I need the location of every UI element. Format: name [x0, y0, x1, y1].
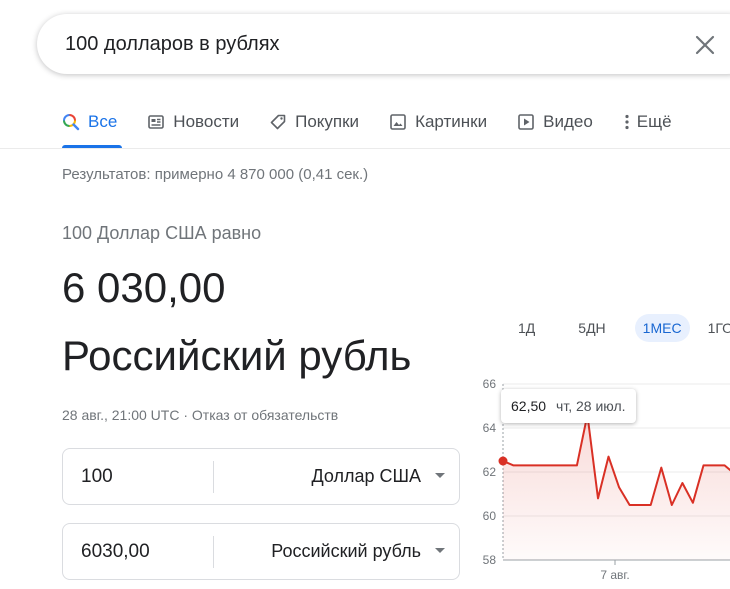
clear-icon[interactable] — [692, 32, 718, 58]
to-amount-input[interactable]: 6030,00 — [81, 541, 150, 563]
from-currency-row: 100 Доллар США — [62, 448, 460, 505]
tooltip-date: чт, 28 июл. — [556, 398, 626, 414]
range-1m[interactable]: 1МЕС — [634, 314, 690, 342]
y-tick-label: 60 — [483, 509, 497, 523]
y-tick-label: 66 — [483, 377, 497, 391]
y-tick-label: 62 — [483, 465, 497, 479]
tabs-divider — [0, 148, 730, 149]
field-divider — [213, 536, 214, 568]
search-box[interactable]: 100 долларов в рублях — [37, 14, 730, 74]
tab-all[interactable]: Все — [62, 108, 117, 136]
search-input[interactable]: 100 долларов в рублях — [65, 33, 280, 56]
tab-shopping-label: Покупки — [295, 112, 360, 131]
news-icon — [147, 113, 165, 131]
x-tick-label: 7 авг. — [600, 568, 629, 582]
conversion-equals-text: 100 Доллар США равно — [62, 223, 262, 243]
tab-news[interactable]: Новости — [147, 108, 239, 136]
chart-range-tabs: 1Д 5ДН 1МЕС 1ГОД — [510, 314, 730, 342]
to-currency-row: 6030,00 Российский рубль — [62, 523, 460, 580]
tag-icon — [269, 113, 287, 131]
y-tick-label: 64 — [483, 421, 497, 435]
tab-more-label: Ещё — [636, 112, 672, 131]
conversion-result-value: 6 030,00 — [62, 264, 226, 311]
from-amount-input[interactable]: 100 — [81, 466, 113, 488]
y-tick-label: 58 — [483, 553, 497, 567]
range-5d[interactable]: 5ДН — [570, 314, 613, 342]
search-icon — [62, 113, 80, 131]
more-vert-icon — [623, 113, 631, 131]
tab-shopping[interactable]: Покупки — [269, 108, 359, 136]
tab-more[interactable]: Ещё — [623, 108, 672, 136]
to-currency-select[interactable]: Российский рубль — [271, 541, 421, 562]
tab-images[interactable]: Картинки — [389, 108, 487, 136]
tab-all-label: Все — [88, 112, 118, 131]
play-icon — [517, 113, 535, 131]
tab-images-label: Картинки — [415, 112, 488, 131]
tab-news-label: Новости — [173, 112, 240, 131]
rate-updated-line: 28 авг., 21:00 UTC · Отказ от обязательс… — [62, 407, 338, 423]
rate-timestamp: 28 авг., 21:00 UTC — [62, 407, 180, 423]
chart-tooltip: 62,50 чт, 28 июл. — [501, 389, 636, 423]
range-1d[interactable]: 1Д — [510, 314, 543, 342]
highlighted-point — [498, 456, 508, 466]
series-area — [503, 414, 730, 560]
image-icon — [389, 113, 407, 131]
chevron-down-icon[interactable] — [435, 473, 445, 478]
tab-video-label: Видео — [543, 112, 593, 131]
result-stats: Результатов: примерно 4 870 000 (0,41 се… — [62, 166, 369, 183]
search-tabs: Все Новости Покупки Картинки Видео Ещё — [62, 108, 702, 148]
chevron-down-icon[interactable] — [435, 548, 445, 553]
range-1y[interactable]: 1ГОД — [700, 314, 730, 342]
separator-dot: · — [183, 407, 189, 423]
tooltip-value: 62,50 — [511, 398, 547, 414]
from-currency-select[interactable]: Доллар США — [311, 466, 421, 487]
field-divider — [213, 461, 214, 493]
disclaimer-link[interactable]: Отказ от обязательств — [192, 407, 338, 423]
conversion-result-currency: Российский рубль — [62, 332, 412, 379]
tab-video[interactable]: Видео — [517, 108, 593, 136]
